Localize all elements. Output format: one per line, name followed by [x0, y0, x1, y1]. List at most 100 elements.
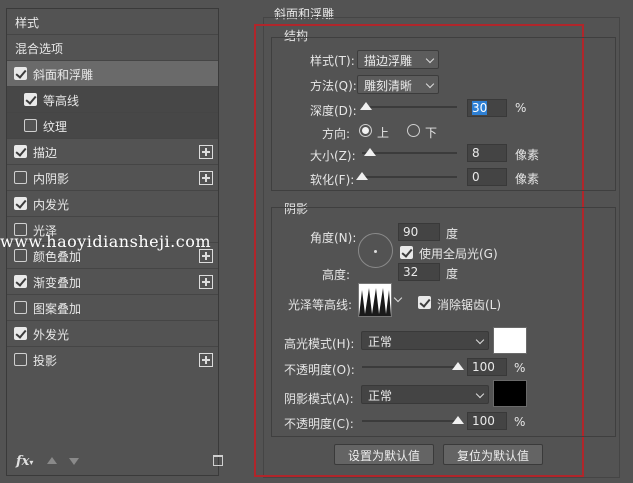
stroke-checkbox[interactable] — [14, 145, 27, 158]
chevron-down-icon — [393, 293, 403, 303]
soften-slider[interactable] — [362, 176, 457, 178]
inner-shadow-checkbox[interactable] — [14, 171, 27, 184]
list-item-outer-glow[interactable]: 外发光 — [7, 321, 218, 347]
contour-curve-icon — [359, 288, 391, 316]
chevron-down-icon — [475, 335, 485, 345]
gradient-overlay-checkbox[interactable] — [14, 275, 27, 288]
angle-dial[interactable] — [358, 233, 393, 268]
inner-glow-checkbox[interactable] — [14, 197, 27, 210]
list-item-gradient-overlay[interactable]: 渐变叠加 — [7, 269, 218, 295]
list-item-stroke[interactable]: 描边 — [7, 139, 218, 165]
gloss-contour-preview[interactable] — [358, 283, 392, 317]
add-drop-shadow-icon[interactable] — [199, 353, 213, 367]
altitude-unit: 度 — [446, 267, 459, 281]
list-item-label: 图案叠加 — [33, 302, 82, 316]
contour-checkbox[interactable] — [24, 93, 37, 106]
size-slider[interactable] — [362, 152, 457, 154]
list-item-label: 外发光 — [33, 328, 70, 342]
soften-slider-handle[interactable] — [356, 172, 368, 180]
list-item-label: 内阴影 — [33, 172, 70, 186]
style-label: 样式(T): — [310, 54, 355, 68]
direction-up-label: 上 — [377, 126, 390, 140]
add-color-overlay-icon[interactable] — [199, 249, 213, 263]
drop-shadow-checkbox[interactable] — [14, 353, 27, 366]
list-item-contour[interactable]: 等高线 — [7, 87, 218, 113]
anti-alias-checkbox[interactable] — [418, 296, 431, 309]
list-item-label: 混合选项 — [15, 42, 64, 56]
texture-checkbox[interactable] — [24, 119, 37, 132]
size-slider-handle[interactable] — [364, 148, 376, 156]
fx-icon[interactable]: fx▾ — [16, 454, 33, 469]
styles-toolbar: fx▾ — [7, 449, 223, 475]
highlight-opacity-unit: % — [514, 361, 526, 375]
technique-label: 方法(Q): — [310, 79, 357, 93]
depth-label: 深度(D): — [310, 104, 357, 118]
angle-input[interactable]: 90 — [398, 223, 440, 241]
list-item-texture[interactable]: 纹理 — [7, 113, 218, 139]
chevron-down-icon — [425, 79, 435, 89]
list-item-pattern-overlay[interactable]: 图案叠加 — [7, 295, 218, 321]
global-light-label: 使用全局光(G) — [419, 247, 498, 261]
shadow-opacity-handle[interactable] — [452, 416, 464, 424]
styles-header-label: 样式 — [15, 16, 40, 30]
trash-icon[interactable] — [213, 455, 223, 466]
add-inner-shadow-icon[interactable] — [199, 171, 213, 185]
size-input[interactable]: 8 — [467, 144, 507, 162]
direction-down-radio[interactable] — [407, 124, 420, 137]
gloss-contour-dropdown[interactable] — [393, 283, 405, 317]
list-item-label: 纹理 — [43, 120, 68, 134]
soften-label: 软化(F): — [310, 173, 355, 187]
chevron-down-icon — [475, 389, 485, 399]
size-label: 大小(Z): — [310, 149, 356, 163]
shadow-color-swatch[interactable] — [493, 380, 527, 407]
highlight-opacity-slider[interactable] — [362, 366, 460, 368]
depth-slider-handle[interactable] — [360, 102, 372, 110]
highlight-color-swatch[interactable] — [493, 327, 527, 354]
outer-glow-checkbox[interactable] — [14, 327, 27, 340]
list-item-drop-shadow[interactable]: 投影 — [7, 347, 218, 373]
soften-input[interactable]: 0 — [467, 168, 507, 186]
list-item-inner-glow[interactable]: 内发光 — [7, 191, 218, 217]
global-light-checkbox[interactable] — [400, 246, 413, 259]
shadow-opacity-unit: % — [514, 415, 526, 429]
list-item-label: 投影 — [33, 354, 58, 368]
angle-label: 角度(N): — [310, 231, 357, 245]
pattern-overlay-checkbox[interactable] — [14, 301, 27, 314]
style-select[interactable]: 描边浮雕 — [357, 50, 439, 69]
move-down-icon[interactable] — [69, 458, 79, 465]
chevron-down-icon — [425, 54, 435, 64]
altitude-label: 高度: — [322, 268, 351, 282]
direction-up-radio[interactable] — [359, 124, 372, 137]
list-item-inner-shadow[interactable]: 内阴影 — [7, 165, 218, 191]
add-gradient-overlay-icon[interactable] — [199, 275, 213, 289]
make-default-button[interactable]: 设置为默认值 — [334, 444, 434, 465]
highlight-mode-select[interactable]: 正常 — [361, 331, 489, 350]
styles-header[interactable]: 样式 — [7, 9, 218, 35]
list-item-label: 等高线 — [43, 94, 80, 108]
highlight-opacity-label: 不透明度(O): — [284, 363, 355, 377]
depth-input[interactable]: 30 — [467, 99, 507, 117]
technique-select[interactable]: 雕刻清晰 — [357, 75, 439, 94]
shadow-opacity-input[interactable]: 100 — [467, 412, 507, 430]
angle-unit: 度 — [446, 227, 459, 241]
bevel-emboss-checkbox[interactable] — [14, 67, 27, 80]
shadow-opacity-label: 不透明度(C): — [284, 417, 354, 431]
highlight-opacity-handle[interactable] — [452, 362, 464, 370]
shadow-mode-select[interactable]: 正常 — [361, 385, 489, 404]
list-item-blending-options[interactable]: 混合选项 — [7, 35, 218, 61]
list-item-label: 内发光 — [33, 198, 70, 212]
list-item-bevel-emboss[interactable]: 斜面和浮雕 — [7, 61, 218, 87]
highlight-mode-label: 高光模式(H): — [284, 337, 355, 351]
altitude-input[interactable]: 32 — [398, 263, 440, 281]
reset-default-button[interactable]: 复位为默认值 — [443, 444, 543, 465]
list-item-label: 斜面和浮雕 — [33, 68, 94, 82]
anti-alias-label: 消除锯齿(L) — [437, 298, 502, 312]
highlight-opacity-input[interactable]: 100 — [467, 358, 507, 376]
depth-slider[interactable] — [362, 106, 457, 108]
move-up-icon[interactable] — [47, 457, 57, 464]
size-unit: 像素 — [515, 148, 540, 162]
add-stroke-icon[interactable] — [199, 145, 213, 159]
shadow-opacity-slider[interactable] — [362, 420, 460, 422]
gloss-contour-label: 光泽等高线: — [288, 298, 353, 312]
depth-unit: % — [515, 101, 527, 115]
